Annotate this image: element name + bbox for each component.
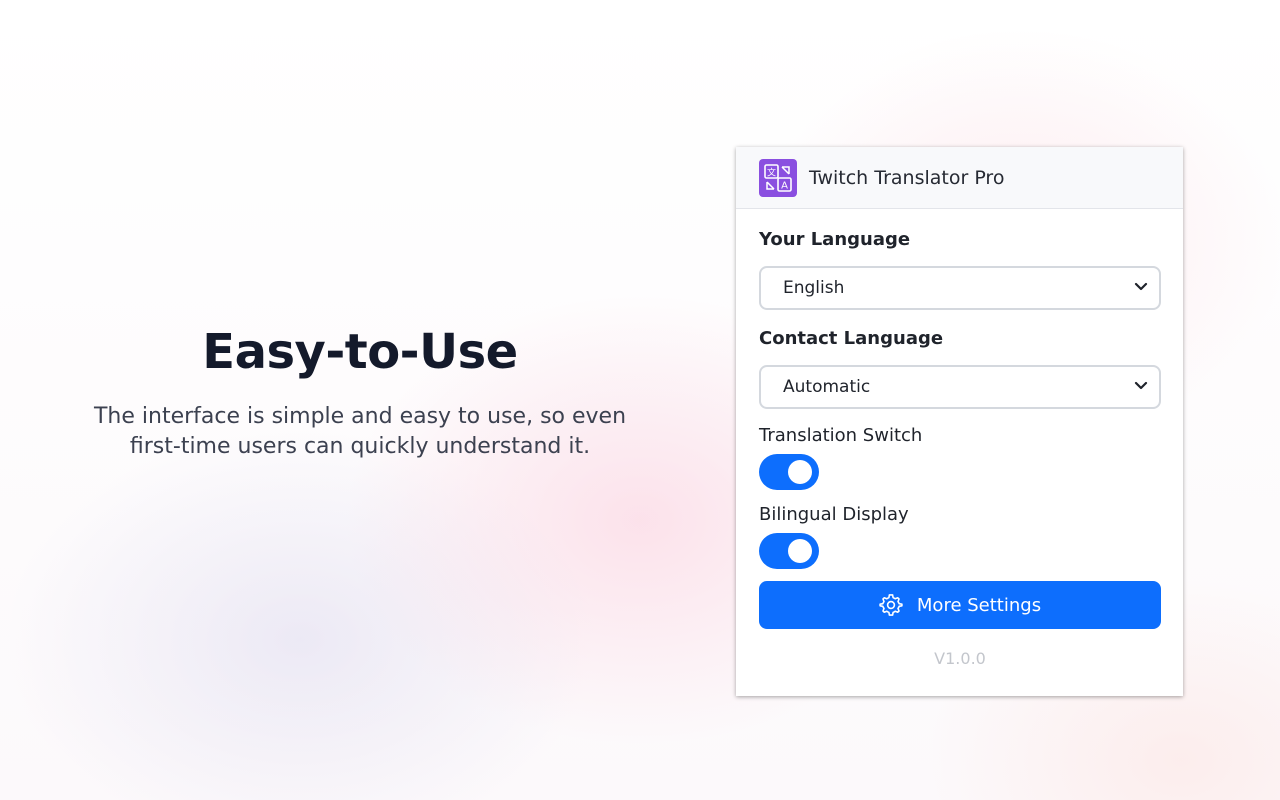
- version-label: V1.0.0: [934, 649, 986, 668]
- translation-switch-label: Translation Switch: [759, 425, 923, 446]
- contact-language-label: Contact Language: [759, 328, 944, 349]
- gear-icon: [879, 593, 903, 617]
- popup-header: 文 A Twitch Translator Pro: [736, 147, 1183, 209]
- chevron-down-icon: [1133, 278, 1149, 299]
- your-language-select[interactable]: English: [759, 266, 1161, 310]
- contact-language-select[interactable]: Automatic: [759, 365, 1161, 409]
- translation-switch-toggle[interactable]: [759, 454, 819, 490]
- your-language-label: Your Language: [759, 229, 911, 250]
- toggle-knob: [788, 539, 812, 563]
- svg-text:A: A: [781, 180, 788, 191]
- hero-title: Easy-to-Use: [202, 324, 518, 380]
- hero-subtitle-line-2: first-time users can quickly understand …: [129, 434, 591, 459]
- svg-text:文: 文: [767, 166, 776, 178]
- contact-language-value: Automatic: [783, 377, 871, 397]
- your-language-value: English: [783, 278, 845, 298]
- popup-body: Your Language English Contact Language A…: [736, 209, 1183, 668]
- hero-subtitle: The interface is simple and easy to use,…: [60, 402, 660, 462]
- translate-icon: 文 A: [759, 158, 797, 197]
- bilingual-display-toggle[interactable]: [759, 533, 819, 569]
- toggle-knob: [788, 460, 812, 484]
- app-title: Twitch Translator Pro: [809, 166, 1005, 189]
- more-settings-button[interactable]: More Settings: [759, 581, 1161, 629]
- hero-section: Easy-to-Use The interface is simple and …: [60, 320, 660, 462]
- more-settings-label: More Settings: [916, 594, 1042, 616]
- chevron-down-icon: [1133, 377, 1149, 398]
- extension-popup: 文 A Twitch Translator Pro Your Language …: [736, 147, 1183, 696]
- bilingual-display-label: Bilingual Display: [759, 504, 909, 525]
- hero-subtitle-line-1: The interface is simple and easy to use,…: [93, 404, 627, 429]
